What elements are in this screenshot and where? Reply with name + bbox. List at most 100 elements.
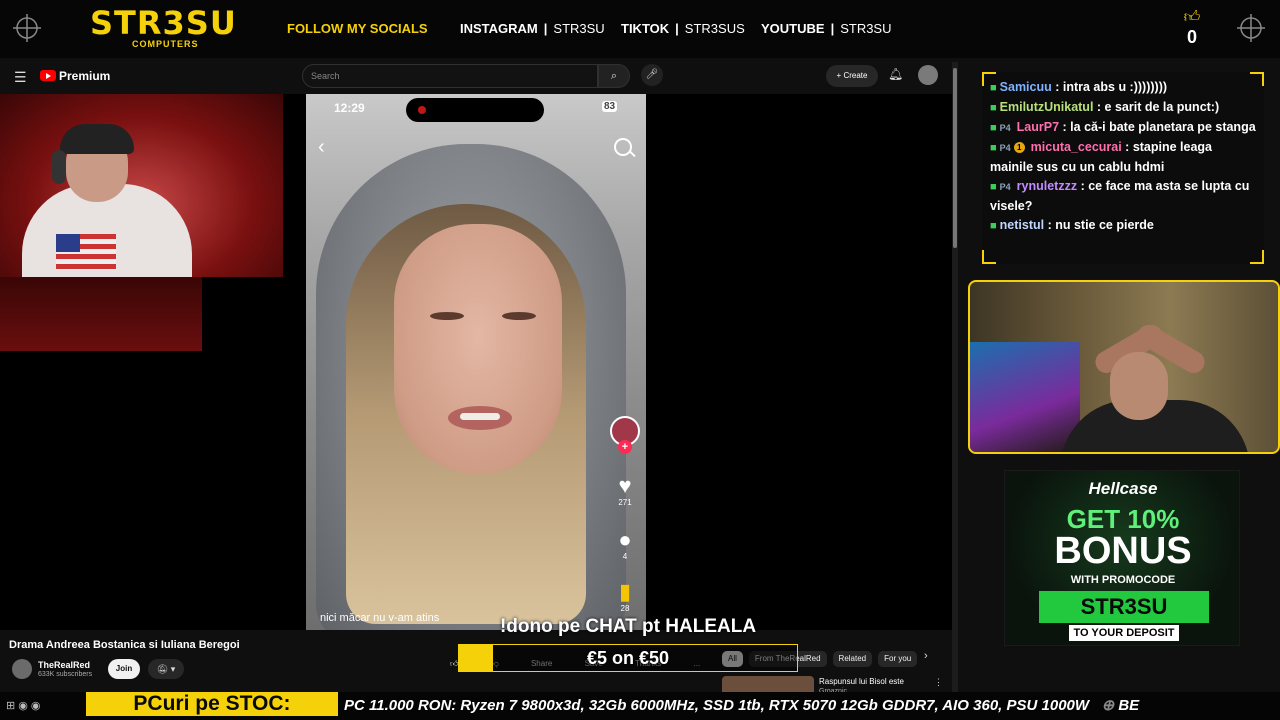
youtube-logo[interactable]: Premium [40,69,110,83]
guest-webcam [968,280,1280,454]
like-control[interactable]: ♥ 271 [608,474,642,508]
flag-shirt [56,234,116,270]
live-chat: ■ Samicuu : intra abs u :)))))))) ■ Emilutz… [982,72,1264,264]
chip-item[interactable]: Related [832,651,873,667]
streamer-webcam [0,94,283,277]
scrollbar-thumb[interactable] [953,68,957,248]
bookmark-icon: ▮ [618,579,632,604]
chat-message: ■ P4 rynuletzzz : ce face ma asta se lupta… [990,179,1250,213]
video-caption: nici măcar nu v-am atins [320,612,440,624]
coin-badge-icon: 1 [1013,142,1025,153]
mic-icon[interactable]: 🎤︎ [641,64,663,86]
more-vert-icon[interactable]: ⋮ [934,677,943,688]
crosshair-icon [1237,14,1265,42]
record-dot-icon [418,106,426,114]
ad-deposit-label: TO YOUR DEPOSIT [1069,625,1179,641]
save-control[interactable]: ▮ 28 [608,579,642,614]
social-handle: STR3SU [840,21,892,36]
follow-plus-icon[interactable]: + [618,440,632,454]
ad-headline: GET 10% [1066,504,1180,534]
likes-count: 0 [1186,27,1197,47]
kick-badge-icon: ■ [990,142,997,154]
battery-badge: 83 [602,101,618,112]
dynamic-island [406,98,544,122]
rgb-shelf [970,342,1080,452]
taskbar-icons: ⊞ ◉ ◉ [6,700,41,712]
brand-subtitle: COMPUTERS [132,39,199,49]
create-button[interactable]: + Create [826,65,878,87]
channel-name[interactable]: TheRealRed [38,660,90,670]
webcam-extension [0,277,202,351]
phone-clock: 12:29 [334,101,365,115]
back-arrow-icon[interactable]: ‹ [318,136,325,159]
like-count: 271 [618,498,632,507]
chat-username[interactable]: rynuletzzz [1017,179,1077,193]
search-button[interactable]: ⌕ [598,64,630,88]
youtube-header: ☰ Premium Search ⌕ 🎤︎ + Create 🔔︎ [0,58,958,94]
chat-text: la că-i bate planetara pe stanga [1070,120,1256,134]
chat-username[interactable]: micuta_cecurai [1031,140,1122,154]
likes-counter: 👍︎ 0 [1178,8,1206,47]
channel-avatar[interactable] [12,659,32,679]
streamer-cap [60,124,134,154]
social-handle: STR3SU [553,21,605,36]
chevron-right-icon[interactable]: › [924,650,928,662]
chat-corner [1250,250,1264,264]
comment-control[interactable]: ● 4 [608,528,642,562]
separator: | [543,21,548,36]
social-youtube: YOUTUBE | STR3SU [761,21,892,36]
ticker-crosshair-icon: ⊕ [1101,697,1115,714]
social-handle: STR3SUS [684,21,745,36]
right-eye [502,312,536,320]
account-avatar[interactable] [918,65,938,85]
chat-message: ■ Samicuu : intra abs u :)))))))) [990,80,1168,94]
hellcase-logo: Hellcase [1088,479,1158,498]
chat-username[interactable]: LaurP7 [1017,120,1059,134]
smile [448,406,512,430]
kick-badge-icon: ■ [990,122,997,134]
recommended-title[interactable]: Raspunsul lui Bisol este [819,677,904,686]
save-count: 28 [620,604,630,613]
face [394,224,562,474]
subscription-bell-button[interactable]: 🔕︎ ▾ [148,659,184,679]
hellcase-ad-banner[interactable]: Hellcase GET 10% BONUS WITH PROMOCODE ST… [1004,470,1240,646]
kick-badge-icon: ■ [990,102,997,114]
chat-username[interactable]: EmilutzUnikatul [1000,100,1094,114]
search-input[interactable]: Search [302,64,598,88]
social-network: YOUTUBE [761,21,825,36]
stream-screen: 12:29 83 ‹ nici măcar nu v-am atins + ♥ … [0,0,1280,720]
chat-text: e sarit de la punct:) [1104,100,1220,114]
kick-badge-icon: ■ [990,220,997,232]
chip-item[interactable]: For you [878,651,918,667]
follow-socials-label: FOLLOW MY SOCIALS [287,21,428,36]
p4-badge: P4 [999,182,1011,192]
hamburger-menu-icon[interactable]: ☰ [14,69,27,86]
stock-label: PCuri pe STOC: [86,692,338,716]
chat-username[interactable]: netistul [1000,218,1044,232]
social-tiktok: TIKTOK | STR3SUS [621,21,745,36]
separator: | [830,21,835,36]
left-eye [430,312,464,320]
ad-promo-code: STR3SU [1039,591,1209,623]
chat-message: ■ P4 1 micuta_cecurai : stapine leaga maini… [990,140,1213,174]
logo-text: Premium [59,69,111,83]
chat-text: nu stie ce pierde [1055,218,1154,232]
create-label: Create [843,71,868,80]
tiktok-video-frame[interactable]: 12:29 83 ‹ nici măcar nu v-am atins + ♥ … [306,94,646,630]
chat-username[interactable]: Samicuu [1000,80,1052,94]
search-icon[interactable] [614,138,632,156]
p4-badge: P4 [999,123,1011,133]
headset-icon [52,150,66,184]
separator: | [675,21,679,36]
chat-message: ■ netistul : nu stie ce pierde [990,218,1154,232]
ad-promocode-label: WITH PROMOCODE [1070,574,1176,586]
thumbs-up-icon: 👍︎ [1183,9,1201,26]
page-scrollbar[interactable] [952,62,958,692]
ticker-message: PC 11.000 RON: Ryzen 7 9800x3d, 32Gb 600… [344,697,1090,714]
join-button[interactable]: Join [108,659,140,679]
recommended-thumbnail[interactable] [722,676,814,692]
subscriber-count: 633K subscribers [38,671,93,678]
stream-overlay-topbar: STR3SU COMPUTERS FOLLOW MY SOCIALS INSTA… [0,0,1280,58]
notifications-bell-icon[interactable]: 🔔︎ [888,67,903,81]
comment-count: 4 [622,552,628,561]
